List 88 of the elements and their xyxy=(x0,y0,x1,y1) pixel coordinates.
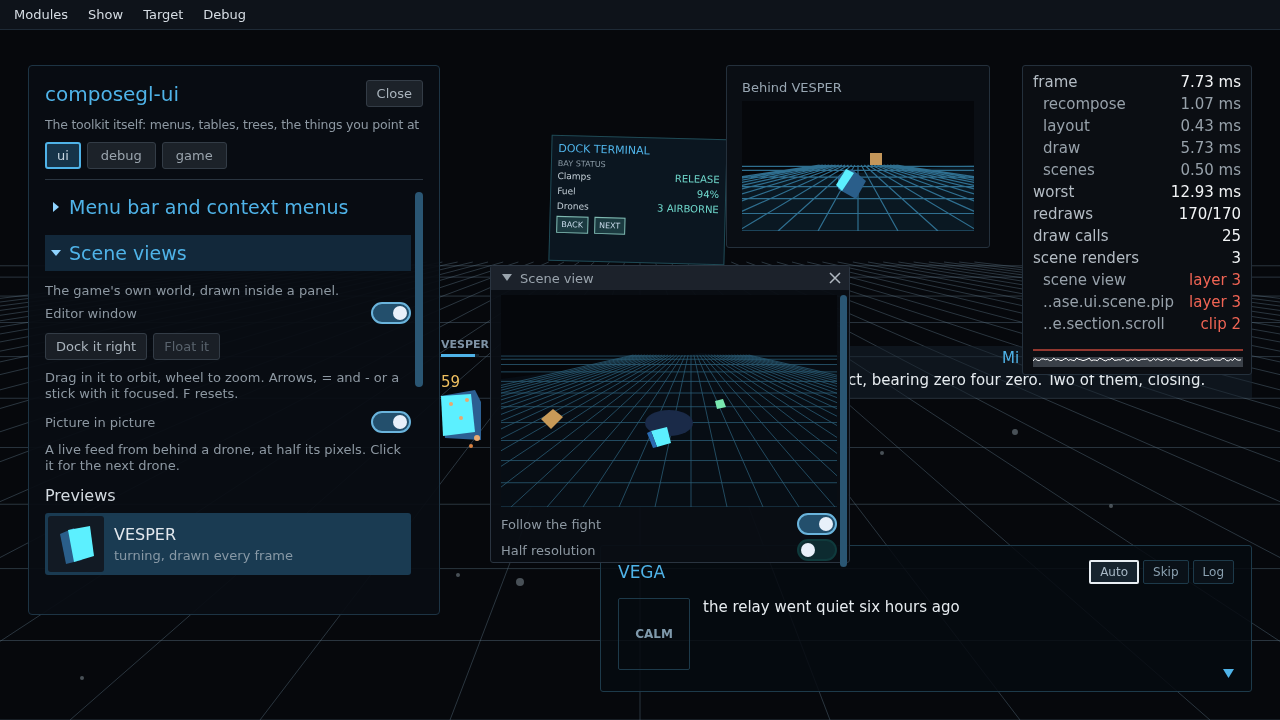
speaker-name: VEGA xyxy=(618,562,666,582)
scrollbar[interactable] xyxy=(840,295,847,567)
terminal-title: DOCK TERMINAL xyxy=(558,141,651,160)
preview-name: VESPER xyxy=(114,525,178,544)
status-value: 3 AIRBORNE xyxy=(657,202,719,216)
stat-label: ..e.section.scroll xyxy=(1042,315,1165,333)
terminal-button[interactable]: BACK xyxy=(556,215,589,234)
status-label: Fuel xyxy=(557,185,576,196)
tab[interactable]: ui xyxy=(45,142,81,169)
dust-particle xyxy=(456,573,460,577)
toggle-switch[interactable] xyxy=(371,302,412,324)
status-value: RELEASE xyxy=(674,172,720,186)
status-value: 94% xyxy=(696,188,720,201)
stat-label: scene view xyxy=(1042,271,1127,289)
dust-particle xyxy=(1012,429,1018,435)
speaker-name: Mi xyxy=(1002,349,1020,367)
preview-card[interactable]: VESPER turning, drawn every frame xyxy=(45,513,412,575)
dialog-button[interactable]: Log xyxy=(1192,560,1234,584)
dust-particle xyxy=(80,676,84,680)
hint-text: Drag in it to orbit, wheel to zoom. Arrows, = and - or a stick with it focused. F resets. xyxy=(45,370,401,402)
stat-label: scene renders xyxy=(1033,249,1140,267)
toggle-label: Editor window xyxy=(45,305,137,321)
stat-label: redraws xyxy=(1033,205,1094,223)
stat-value: 0.50 ms xyxy=(1180,161,1241,179)
previews-heading: Previews xyxy=(45,486,117,505)
panel-description: The toolkit itself: menus, tables, trees, the things you point at xyxy=(45,117,421,133)
menu-item[interactable]: Target xyxy=(133,3,194,26)
close-button[interactable]: Close xyxy=(365,80,423,107)
preview-caption: turning, drawn every frame xyxy=(114,548,294,563)
mood-portrait: CALM xyxy=(618,598,690,670)
dust-particle xyxy=(516,578,524,586)
stat-value: layer 3 xyxy=(1189,271,1241,289)
window-title: Scene view xyxy=(520,270,595,286)
stat-label: scenes xyxy=(1042,161,1095,179)
panel-title: composegl-ui xyxy=(45,81,180,106)
status-label: Drones xyxy=(556,200,589,212)
stat-label: draw calls xyxy=(1033,227,1109,245)
menu-item[interactable]: Show xyxy=(78,3,134,26)
cube-icon xyxy=(48,516,104,572)
menu-item[interactable]: Modules xyxy=(4,3,79,26)
action-button[interactable]: Dock it right xyxy=(45,333,148,360)
dust-particle xyxy=(880,451,884,455)
dialog-text: the relay went quiet six hours ago xyxy=(703,598,960,618)
toggle-switch[interactable] xyxy=(797,539,837,561)
tab[interactable]: game xyxy=(161,142,227,169)
close-icon[interactable] xyxy=(829,272,841,284)
toggle-label: Picture in picture xyxy=(45,414,156,430)
dialog-button[interactable]: Auto xyxy=(1089,560,1140,584)
panel-title: Behind VESPER xyxy=(742,80,843,95)
stat-label: frame xyxy=(1033,73,1078,91)
health-bar xyxy=(441,354,479,357)
drone-value: 59 xyxy=(441,373,461,391)
toggle-label: Half resolution xyxy=(501,542,596,558)
stat-label: recompose xyxy=(1042,95,1126,113)
drone-name-tag: VESPER xyxy=(441,338,489,351)
tab[interactable]: debug xyxy=(86,142,156,169)
dialog-button[interactable]: Skip xyxy=(1143,560,1189,584)
caret-down-icon xyxy=(51,247,61,258)
continue-arrow-icon[interactable] xyxy=(1223,669,1234,678)
scrollbar[interactable] xyxy=(415,192,423,387)
terminal-subtitle: BAY STATUS xyxy=(557,158,607,172)
stat-value: 170/170 xyxy=(1178,205,1241,223)
section-description: The game's own world, drawn inside a panel. xyxy=(45,283,341,299)
caret-down-icon[interactable] xyxy=(502,274,512,282)
stat-value: 3 xyxy=(1231,249,1241,267)
stat-value: 5.73 ms xyxy=(1180,139,1241,157)
stat-value: 7.73 ms xyxy=(1180,73,1241,91)
section-header[interactable]: Scene views xyxy=(45,235,412,271)
stat-value: clip 2 xyxy=(1200,315,1241,333)
stat-label: layout xyxy=(1042,117,1090,135)
toggle-switch[interactable] xyxy=(797,513,837,535)
stat-label: draw xyxy=(1042,139,1081,157)
toggle-label: Follow the fight xyxy=(501,516,602,532)
stat-label: worst xyxy=(1033,183,1075,201)
stat-value: layer 3 xyxy=(1189,293,1241,311)
menu-item[interactable]: Debug xyxy=(193,3,257,26)
toggle-switch[interactable] xyxy=(371,411,412,433)
dust-particle xyxy=(1109,504,1113,508)
caret-right-icon xyxy=(51,202,61,212)
terminal-button[interactable]: NEXT xyxy=(593,216,626,235)
status-label: Clamps xyxy=(557,170,592,182)
section-description: A live feed from behind a drone, at half its pixels. Click it for the next drone. xyxy=(45,442,403,474)
stat-value: 1.07 ms xyxy=(1180,95,1241,113)
stat-value: 25 xyxy=(1221,227,1241,245)
stat-label: ..ase.ui.scene.pip xyxy=(1042,293,1174,311)
stat-value: 0.43 ms xyxy=(1180,117,1241,135)
stat-value: 12.93 ms xyxy=(1170,183,1241,201)
section-header[interactable]: Menu bar and context menus xyxy=(45,192,412,223)
